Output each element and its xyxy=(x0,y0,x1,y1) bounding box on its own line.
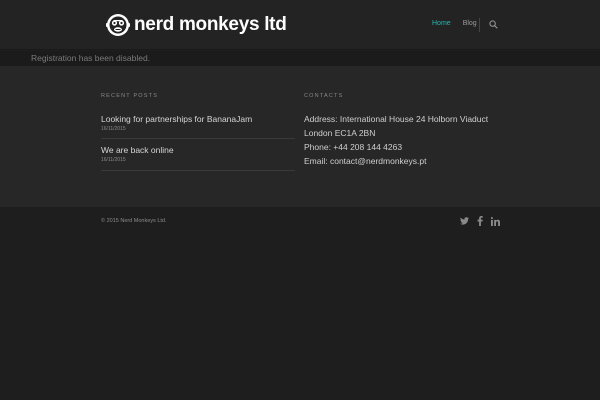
twitter-icon[interactable] xyxy=(460,217,469,225)
search-icon[interactable] xyxy=(489,20,498,29)
site-logo[interactable]: nerd monkeys ltd xyxy=(106,12,287,38)
contacts-block: Address: International House 24 Holborn … xyxy=(304,112,488,168)
list-item: Looking for partnerships for BananaJam 1… xyxy=(101,114,295,139)
facebook-icon[interactable] xyxy=(477,216,483,226)
contact-address: Address: International House 24 Holborn … xyxy=(304,114,489,124)
contact-phone: Phone: +44 208 144 4263 xyxy=(304,142,403,152)
recent-posts-title: RECENT POSTS xyxy=(101,93,159,99)
copyright-text: © 2015 Nerd Monkeys Ltd. xyxy=(101,218,167,224)
notice-text: Registration has been disabled. xyxy=(31,53,151,63)
footer-widgets xyxy=(0,66,600,207)
site-header: nerd monkeys ltd Home Blog xyxy=(0,0,600,50)
list-item: We are back online 16/11/2015 xyxy=(101,145,295,171)
post-link[interactable]: Looking for partnerships for BananaJam xyxy=(101,114,295,124)
monkey-logo-icon xyxy=(106,14,130,36)
nav-item-home[interactable]: Home xyxy=(432,20,451,27)
notice-bar: Registration has been disabled. xyxy=(0,51,600,66)
logo-text: nerd monkeys ltd xyxy=(134,14,287,35)
post-date: 16/11/2015 xyxy=(101,157,126,163)
social-links xyxy=(460,216,500,226)
site-footer: © 2015 Nerd Monkeys Ltd. xyxy=(0,207,600,400)
post-link[interactable]: We are back online xyxy=(101,145,295,155)
nav-item-blog[interactable]: Blog xyxy=(463,20,477,27)
post-date: 16/11/2015 xyxy=(101,126,126,132)
contact-email: Email: contact@nerdmonkeys.pt xyxy=(304,156,427,166)
main-nav: Home Blog xyxy=(432,20,489,27)
linkedin-icon[interactable] xyxy=(491,216,500,226)
contacts-title: CONTACTS xyxy=(304,93,344,99)
nav-divider xyxy=(479,18,480,32)
contact-city: London EC1A 2BN xyxy=(304,128,376,138)
